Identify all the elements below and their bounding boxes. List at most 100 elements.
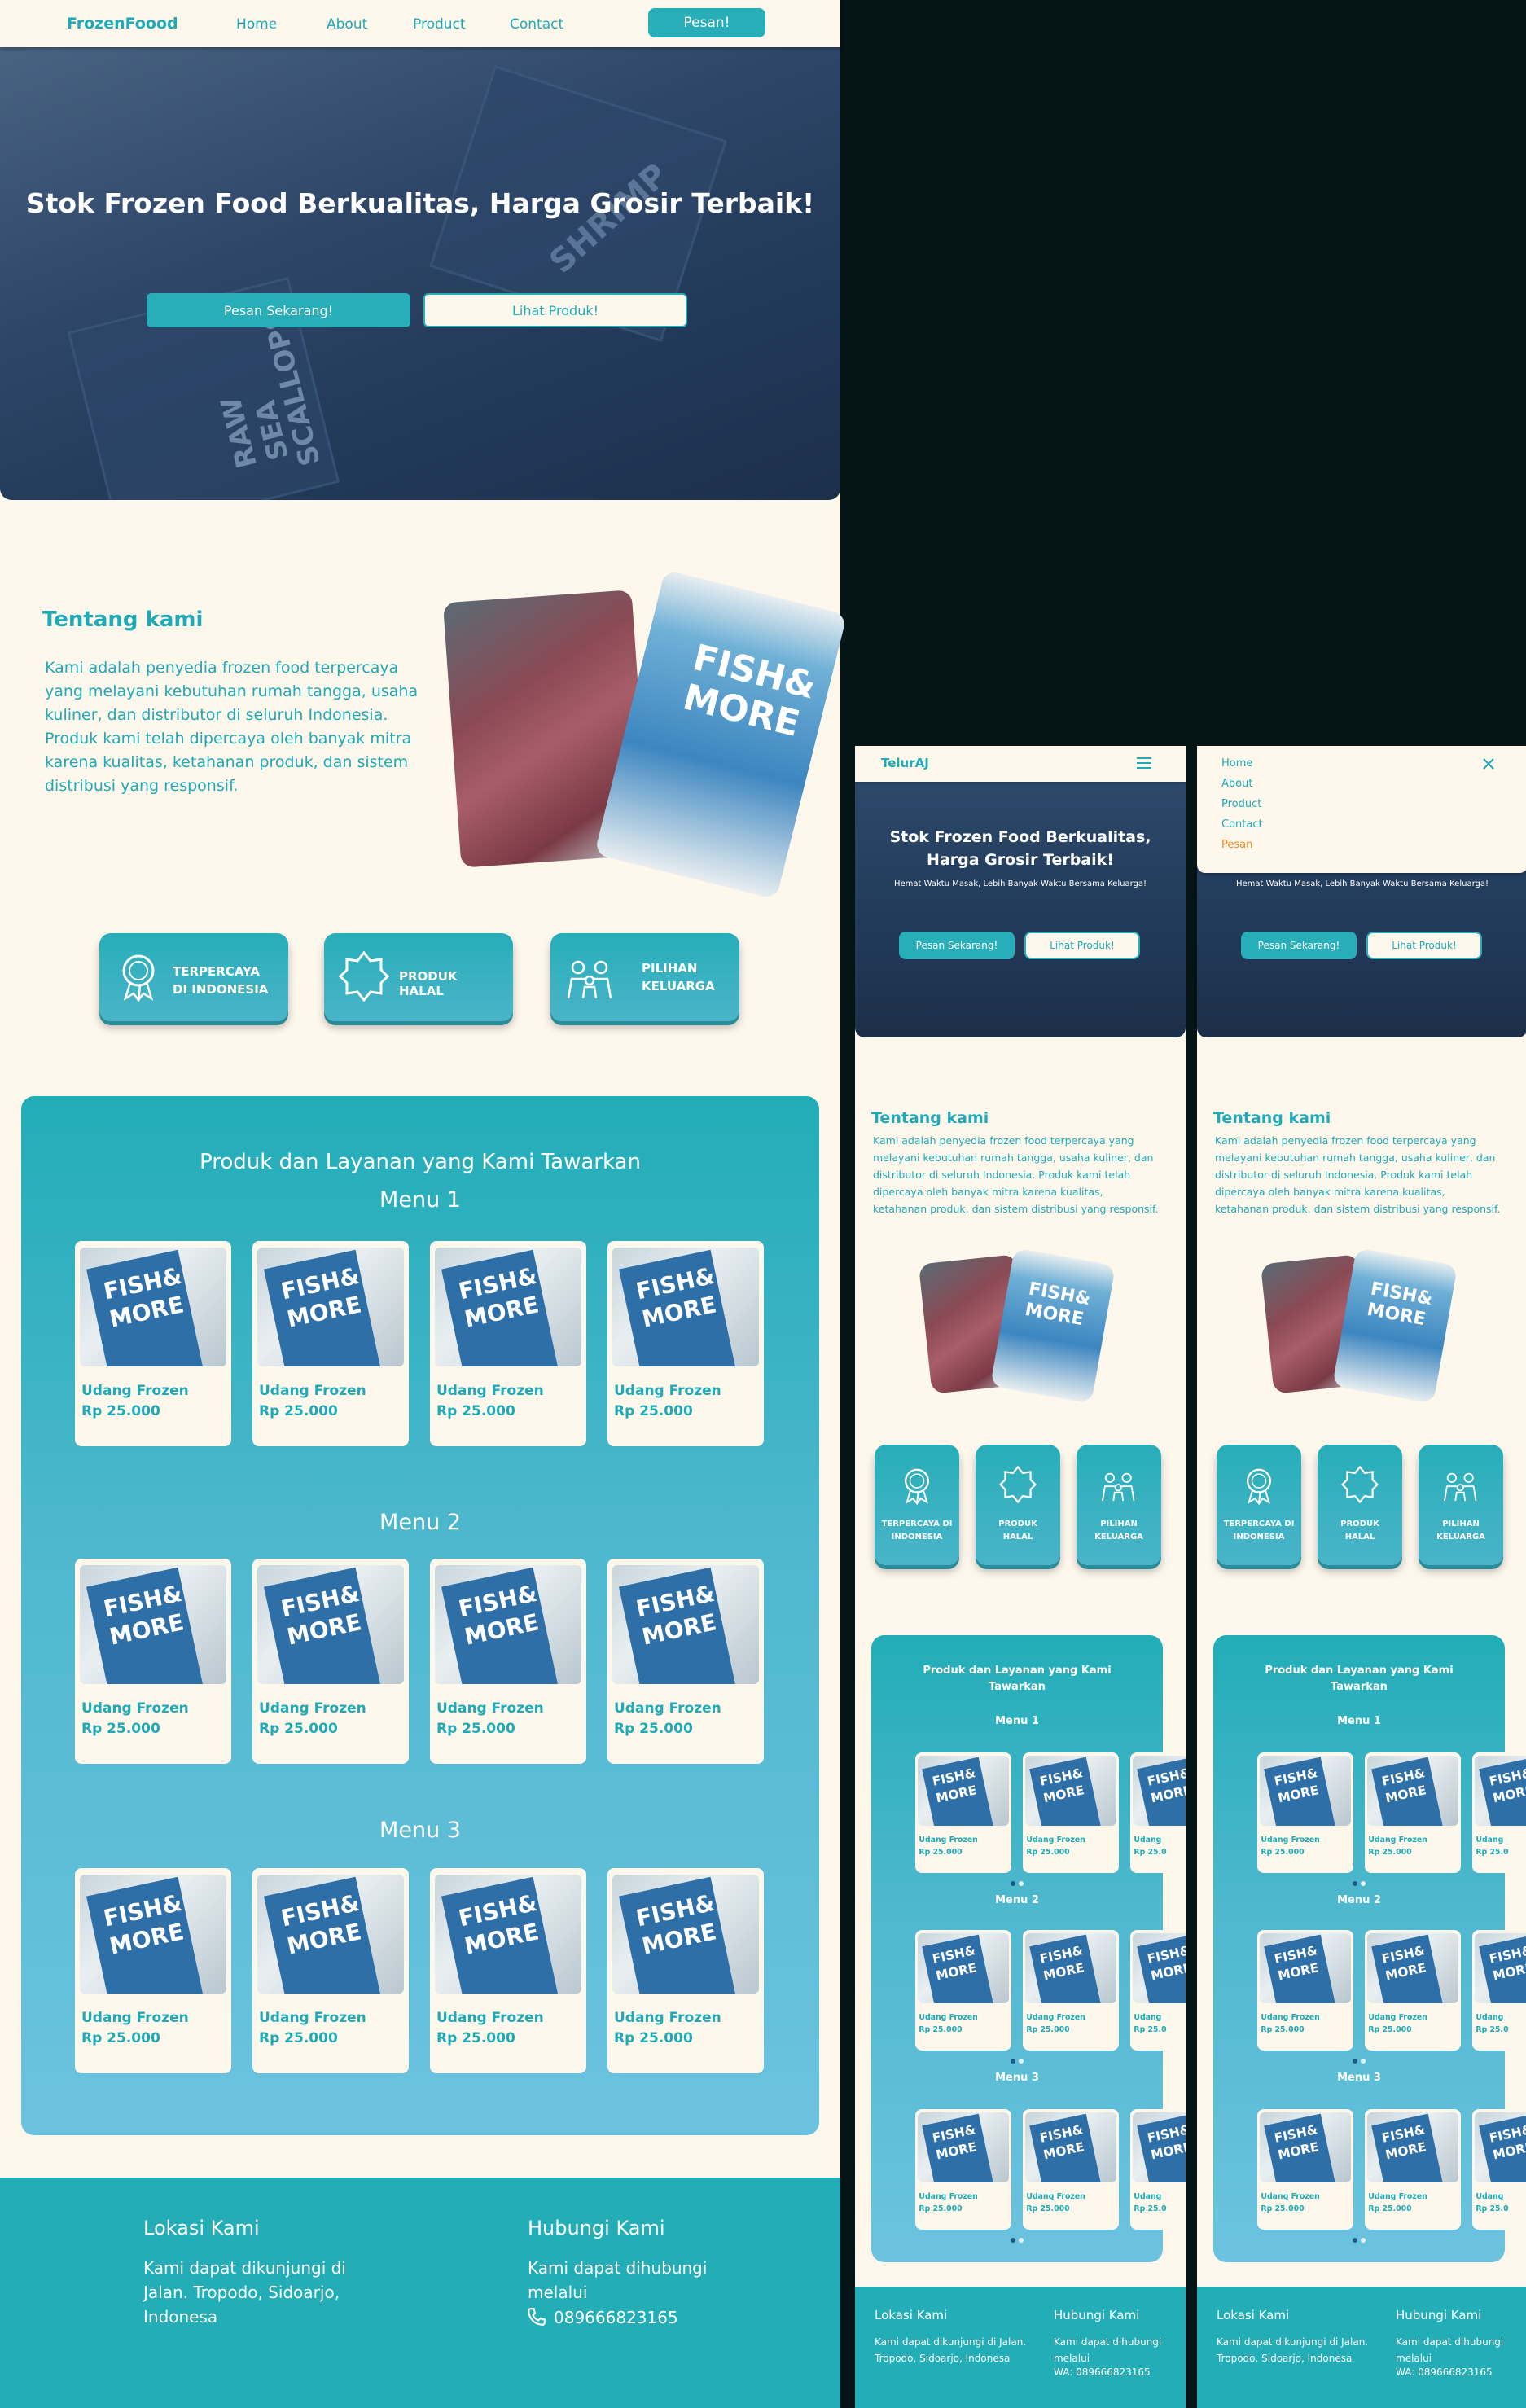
mobile-product-card[interactable]: FISH& MORE Udang Rp 25.0 — [1472, 1930, 1526, 2051]
order-button[interactable]: Pesan! — [648, 8, 765, 37]
product-price: Rp 25.000 — [259, 1403, 338, 1420]
mobile-view-products-button[interactable]: Lihat Produk! — [1024, 932, 1140, 959]
product-price: Rp 25.000 — [1368, 2204, 1412, 2213]
family-icon — [1102, 1472, 1135, 1502]
mobile-product-card[interactable]: FISH& MORE Udang Frozen Rp 25.000 — [1257, 1752, 1353, 1873]
mobile-order-button[interactable]: Pesan Sekarang! — [899, 932, 1015, 959]
award-badge-icon — [1247, 1468, 1271, 1505]
mobile-menu-2-title: Menu 2 — [995, 1894, 1039, 1906]
mobile-product-card[interactable]: FISH& MORE Udang Frozen Rp 25.000 — [915, 1930, 1011, 2051]
feature-label: PILIHAN KELUARGA — [1094, 1520, 1143, 1542]
product-price: Rp 25.0 — [1134, 1847, 1167, 1857]
product-card[interactable]: FISH& MORE Udang Frozen Rp 25.000 — [430, 1868, 586, 2073]
mobile-product-card[interactable]: FISH& MORE Udang Rp 25.0 — [1130, 1752, 1186, 1873]
mobile-feature-trusted: TERPERCAYA DI INDONESIA — [875, 1445, 959, 1565]
carousel-dot-active[interactable] — [1353, 1881, 1357, 1886]
nav-product[interactable]: Product — [413, 16, 466, 33]
product-package-image: FISH& MORE — [1479, 2113, 1526, 2183]
product-card[interactable]: FISH& MORE Udang Frozen Rp 25.000 — [75, 1559, 231, 1764]
carousel-dot[interactable] — [1019, 1881, 1024, 1886]
close-icon[interactable] — [1482, 757, 1495, 770]
product-card[interactable]: FISH& MORE Udang Frozen Rp 25.000 — [430, 1241, 586, 1446]
mobile-product-card[interactable]: FISH& MORE Udang Frozen Rp 25.000 — [1257, 1930, 1353, 2051]
product-image: FISH& MORE — [612, 1565, 759, 1685]
product-card[interactable]: FISH& MORE Udang Frozen Rp 25.000 — [252, 1559, 409, 1764]
carousel-dot-active[interactable] — [1011, 1881, 1015, 1886]
carousel-dot[interactable] — [1361, 2059, 1366, 2064]
mobile-product-card[interactable]: FISH& MORE Udang Frozen Rp 25.000 — [915, 1752, 1011, 1873]
mobile-product-card[interactable]: FISH& MORE Udang Frozen Rp 25.000 — [1257, 2109, 1353, 2230]
carousel-dot-active[interactable] — [1011, 2238, 1015, 2243]
mobile-product-card[interactable]: FISH& MORE Udang Rp 25.0 — [1130, 2109, 1186, 2230]
carousel-dot-active[interactable] — [1353, 2238, 1357, 2243]
mobile-product-card[interactable]: FISH& MORE Udang Frozen Rp 25.000 — [1023, 2109, 1119, 2230]
product-card[interactable]: FISH& MORE Udang Frozen Rp 25.000 — [75, 1241, 231, 1446]
order-now-button[interactable]: Pesan Sekarang! — [147, 293, 410, 327]
mobile-menu-1-title: Menu 1 — [1337, 1715, 1381, 1727]
carousel-dot[interactable] — [1019, 2238, 1024, 2243]
product-package-image: FISH& MORE — [264, 1567, 383, 1685]
nav-contact[interactable]: Contact — [510, 16, 563, 33]
product-card[interactable]: FISH& MORE Udang Frozen Rp 25.000 — [252, 1868, 409, 2073]
carousel-dot[interactable] — [1019, 2059, 1024, 2064]
carousel-dot-active[interactable] — [1011, 2059, 1015, 2064]
product-card[interactable]: FISH& MORE Udang Frozen Rp 25.000 — [430, 1559, 586, 1764]
mobile-footer: Lokasi Kami Kami dapat dikunjungi di Jal… — [855, 2287, 1186, 2408]
mobile-footer-contact-title: Hubungi Kami — [1396, 2308, 1482, 2322]
carousel-dot[interactable] — [1361, 1881, 1366, 1886]
mobile-product-card[interactable]: FISH& MORE Udang Frozen Rp 25.000 — [1365, 2109, 1461, 2230]
product-card[interactable]: FISH& MORE Udang Frozen Rp 25.000 — [75, 1868, 231, 2073]
mobile-product-card[interactable]: FISH& MORE Udang Frozen Rp 25.000 — [915, 2109, 1011, 2230]
mobile-footer-whatsapp[interactable]: WA: 089666823165 — [1054, 2366, 1151, 2378]
brand-logo[interactable]: FrozenFoood — [67, 15, 178, 33]
product-name: Udang Frozen — [436, 2009, 544, 2026]
product-name: Udang Frozen — [81, 2009, 189, 2026]
product-card[interactable]: FISH& MORE Udang Frozen Rp 25.000 — [607, 1241, 764, 1446]
product-image: FISH& MORE — [1260, 2112, 1351, 2183]
mobile-footer-whatsapp[interactable]: WA: 089666823165 — [1396, 2366, 1493, 2378]
drawer-product[interactable]: Product — [1221, 798, 1261, 810]
mobile-product-card[interactable]: FISH& MORE Udang Frozen Rp 25.000 — [1365, 1752, 1461, 1873]
product-image: FISH& MORE — [612, 1875, 759, 1994]
mobile-feature-halal: PRODUK HALAL — [1318, 1445, 1402, 1565]
mobile-product-card[interactable]: FISH& MORE Udang Rp 25.0 — [1130, 1930, 1186, 2051]
mobile-product-card[interactable]: FISH& MORE Udang Rp 25.0 — [1472, 2109, 1526, 2230]
mobile-product-card[interactable]: FISH& MORE Udang Frozen Rp 25.000 — [1023, 1752, 1119, 1873]
feature-label: TERPERCAYA DI INDONESIA — [1223, 1520, 1295, 1542]
award-badge-icon — [122, 954, 155, 1002]
mobile-view-products-button[interactable]: Lihat Produk! — [1366, 932, 1482, 959]
mobile-product-card[interactable]: FISH& MORE Udang Frozen Rp 25.000 — [1023, 1930, 1119, 2051]
product-card[interactable]: FISH& MORE Udang Frozen Rp 25.000 — [252, 1241, 409, 1446]
view-products-button[interactable]: Lihat Produk! — [423, 293, 687, 327]
mobile-product-card[interactable]: FISH& MORE Udang Frozen Rp 25.000 — [1365, 1930, 1461, 2051]
mobile-order-button[interactable]: Pesan Sekarang! — [1241, 932, 1357, 959]
product-price: Rp 25.000 — [919, 1847, 963, 1857]
mobile-products-panel: Produk dan Layanan yang Kami Tawarkan Me… — [1213, 1635, 1526, 2262]
drawer-contact[interactable]: Contact — [1221, 818, 1263, 831]
mobile-products-title: Produk dan Layanan yang Kami Tawarkan — [1265, 1665, 1454, 1693]
nav-home[interactable]: Home — [236, 16, 277, 33]
drawer-order[interactable]: Pesan — [1221, 839, 1252, 851]
product-package-image: FISH& MORE — [1479, 1757, 1526, 1827]
mobile-footer-contact-title: Hubungi Kami — [1054, 2308, 1140, 2322]
carousel-dot-active[interactable] — [1353, 2059, 1357, 2064]
product-card[interactable]: FISH& MORE Udang Frozen Rp 25.000 — [607, 1868, 764, 2073]
product-package-image: FISH& MORE — [1137, 1934, 1186, 2004]
carousel-dot[interactable] — [1361, 2238, 1366, 2243]
product-name: Udang Frozen — [81, 1700, 189, 1717]
footer-phone[interactable]: 089666823165 — [554, 2308, 678, 2327]
product-package-image: FISH& MORE — [264, 1876, 383, 1994]
drawer-about[interactable]: About — [1221, 778, 1252, 790]
product-package-image: FISH& MORE — [1137, 2113, 1186, 2183]
product-package-image: FISH& MORE — [922, 1757, 995, 1827]
product-name: Udang Frozen — [1368, 2192, 1427, 2202]
hamburger-icon[interactable] — [1137, 757, 1151, 769]
mobile-product-card[interactable]: FISH& MORE Udang Rp 25.0 — [1472, 1752, 1526, 1873]
product-package-image: FISH& MORE — [86, 1876, 205, 1994]
product-image: FISH& MORE — [257, 1248, 404, 1367]
product-package-image: FISH& MORE — [441, 1876, 560, 1994]
mobile-brand[interactable]: TelurAJ — [881, 756, 929, 770]
product-card[interactable]: FISH& MORE Udang Frozen Rp 25.000 — [607, 1559, 764, 1764]
nav-about[interactable]: About — [327, 16, 367, 33]
drawer-home[interactable]: Home — [1221, 757, 1252, 770]
